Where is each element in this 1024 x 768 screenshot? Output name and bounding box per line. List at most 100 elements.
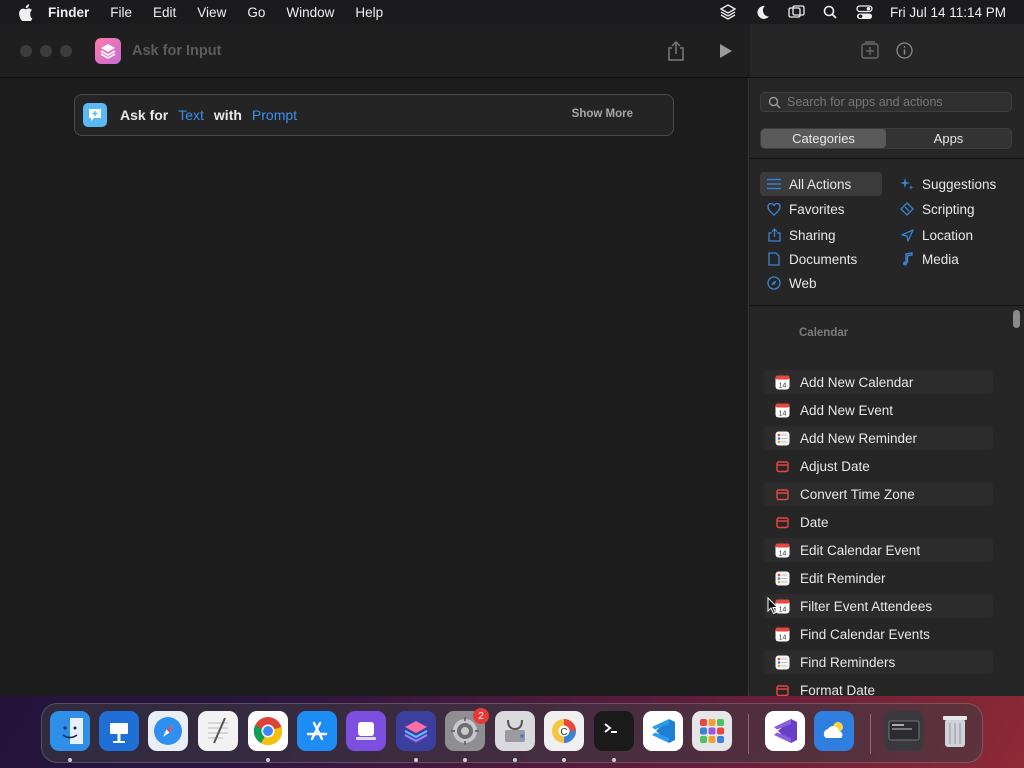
- colorsync-icon[interactable]: C: [544, 711, 584, 751]
- search-actions-field[interactable]: Search for apps and actions: [760, 92, 1012, 112]
- running-indicator: [513, 758, 517, 762]
- scripting-icon: [900, 202, 914, 216]
- window-title[interactable]: Ask for Input: [132, 43, 221, 59]
- action-label: Add New Calendar: [800, 374, 914, 390]
- launchpad-icon[interactable]: [692, 711, 732, 751]
- desktop-preview-icon[interactable]: [884, 711, 924, 751]
- info-icon[interactable]: [896, 42, 913, 59]
- terminal-icon[interactable]: [594, 711, 634, 751]
- action-word-ask-for: Ask for: [120, 107, 169, 123]
- zoom-button[interactable]: [60, 45, 72, 57]
- window-controls: [20, 45, 72, 57]
- scrollbar[interactable]: [1013, 310, 1020, 690]
- apple-menu-icon[interactable]: [18, 3, 34, 21]
- weather-icon[interactable]: [814, 711, 854, 751]
- category-label: Media: [922, 251, 959, 267]
- action-item[interactable]: Convert Time Zone: [764, 482, 993, 506]
- running-indicator: [562, 758, 566, 762]
- calendar-icon: 14: [774, 374, 790, 390]
- svg-text:C: C: [560, 727, 567, 738]
- action-item[interactable]: 14 Filter Event Attendees: [764, 594, 993, 618]
- category-all-actions[interactable]: All Actions: [760, 172, 882, 196]
- category-media[interactable]: Media: [893, 247, 959, 271]
- action-item[interactable]: Find Reminders: [764, 650, 993, 674]
- category-location[interactable]: Location: [893, 223, 973, 247]
- action-item[interactable]: 14 Add New Calendar: [764, 370, 993, 394]
- action-item[interactable]: Date: [764, 510, 993, 534]
- action-item[interactable]: Add New Reminder: [764, 426, 993, 450]
- show-more-button[interactable]: Show More: [572, 108, 633, 120]
- finder-icon[interactable]: [50, 711, 90, 751]
- calendar-icon: 14: [774, 542, 790, 558]
- calendar-icon: 14: [774, 402, 790, 418]
- menu-app-name[interactable]: Finder: [48, 5, 89, 20]
- category-label: Sharing: [789, 227, 836, 243]
- dock: 2C: [41, 703, 983, 763]
- text-parameter-token[interactable]: Text: [178, 107, 204, 123]
- action-label: Add New Reminder: [800, 430, 918, 446]
- minimize-button[interactable]: [40, 45, 52, 57]
- action-label: Date: [800, 514, 829, 530]
- moon-icon[interactable]: [754, 4, 771, 21]
- menu-window[interactable]: Window: [286, 5, 334, 20]
- action-item[interactable]: 14 Add New Event: [764, 398, 993, 422]
- shortcuts-window: Ask for Input Ask for Text with Prompt S…: [0, 24, 1024, 696]
- chrome-icon[interactable]: [248, 711, 288, 751]
- running-indicator: [68, 758, 72, 762]
- close-button[interactable]: [20, 45, 32, 57]
- app-store-icon[interactable]: [297, 711, 337, 751]
- svg-text:14: 14: [778, 382, 786, 389]
- control-center-icon[interactable]: [856, 4, 873, 21]
- system-settings-icon[interactable]: 2: [445, 708, 489, 751]
- shortcuts-icon[interactable]: [396, 711, 436, 751]
- dock-separator: [870, 714, 871, 754]
- category-label: Documents: [789, 251, 858, 267]
- category-documents[interactable]: Documents: [760, 247, 857, 271]
- search-icon[interactable]: [822, 4, 839, 21]
- scrollbar-thumb[interactable]: [1013, 310, 1020, 328]
- action-item[interactable]: 14 Find Calendar Events: [764, 622, 993, 646]
- category-label: Favorites: [789, 201, 845, 217]
- category-suggestions[interactable]: Suggestions: [893, 172, 996, 196]
- music-note-icon: [900, 252, 914, 266]
- vscode-icon[interactable]: [643, 711, 683, 751]
- menu-go[interactable]: Go: [247, 5, 265, 20]
- category-label: Suggestions: [922, 176, 997, 192]
- podcast-app-icon[interactable]: [346, 711, 386, 751]
- screens-icon[interactable]: [788, 4, 805, 21]
- menu-help[interactable]: Help: [355, 5, 383, 20]
- ask-for-input-action[interactable]: Ask for Text with Prompt Show More: [74, 94, 674, 136]
- category-scripting[interactable]: Scripting: [893, 197, 975, 221]
- library-add-icon[interactable]: [861, 40, 879, 60]
- visual-studio-icon[interactable]: [765, 711, 805, 751]
- run-icon[interactable]: [719, 43, 733, 59]
- keynote-icon[interactable]: [99, 711, 139, 751]
- svg-text:14: 14: [778, 550, 786, 557]
- category-sharing[interactable]: Sharing: [760, 223, 836, 247]
- layers-icon[interactable]: [720, 4, 737, 21]
- menu-view[interactable]: View: [197, 5, 226, 20]
- reminders-icon: [774, 570, 790, 586]
- svg-text:14: 14: [778, 606, 786, 613]
- shortcuts-icon: [95, 38, 121, 64]
- tab-categories[interactable]: Categories: [761, 129, 886, 148]
- category-web[interactable]: Web: [760, 271, 817, 295]
- category-favorites[interactable]: Favorites: [760, 197, 845, 221]
- action-item[interactable]: 14 Edit Calendar Event: [764, 538, 993, 562]
- share-icon[interactable]: [666, 40, 686, 62]
- trash-icon[interactable]: [935, 711, 975, 751]
- action-item[interactable]: Edit Reminder: [764, 566, 993, 590]
- disk-utility-icon[interactable]: [495, 711, 535, 751]
- action-item[interactable]: Format Date: [764, 678, 993, 696]
- date-icon: [774, 682, 790, 696]
- menu-file[interactable]: File: [110, 5, 132, 20]
- title-bar: Ask for Input: [0, 24, 749, 78]
- textedit-icon[interactable]: [198, 711, 238, 751]
- action-label: Format Date: [800, 682, 876, 697]
- safari-icon[interactable]: [148, 711, 188, 751]
- menu-edit[interactable]: Edit: [153, 5, 176, 20]
- prompt-parameter-token[interactable]: Prompt: [252, 107, 297, 123]
- action-item[interactable]: Adjust Date: [764, 454, 993, 478]
- menu-clock[interactable]: Fri Jul 14 11:14 PM: [890, 5, 1006, 20]
- tab-apps[interactable]: Apps: [886, 129, 1011, 148]
